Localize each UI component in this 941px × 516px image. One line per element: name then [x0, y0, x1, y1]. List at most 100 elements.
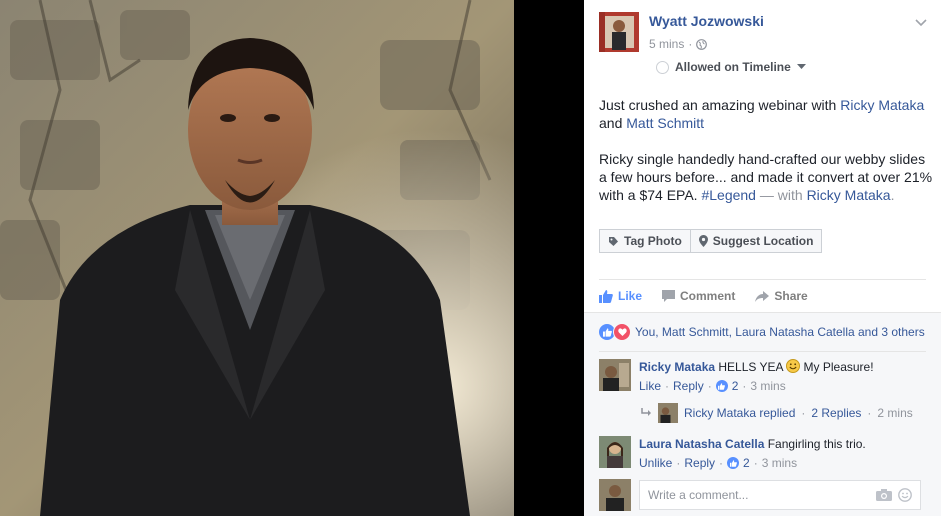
with-end: . — [890, 187, 895, 203]
post-time[interactable]: 5 mins — [649, 37, 684, 51]
current-user-avatar — [599, 479, 631, 511]
with-text: — with — [755, 187, 807, 203]
separator: · — [707, 379, 712, 393]
replies-author[interactable]: Ricky Mataka replied — [684, 406, 795, 420]
comment-reply-link[interactable]: Reply — [684, 455, 715, 471]
comment-text-after: My Pleasure! — [800, 360, 874, 374]
comment-reply-link[interactable]: Reply — [673, 378, 704, 394]
comment-content: Laura Natasha Catella Fangirling this tr… — [639, 436, 866, 452]
divider — [599, 279, 926, 280]
location-pin-icon — [698, 235, 708, 247]
post-panel: Wyatt Jozwowski 5 mins · Allowed on Time… — [584, 0, 941, 516]
comment-like-link[interactable]: Like — [639, 378, 661, 394]
photo-gutter — [514, 0, 584, 516]
comment-like-count[interactable]: 2 — [732, 378, 739, 394]
caret-down-icon — [796, 64, 806, 69]
comment-text: Fangirling this trio. — [764, 437, 866, 451]
tag-icon — [609, 236, 618, 246]
separator: · — [753, 456, 758, 470]
comment-body: Laura Natasha Catella Fangirling this tr… — [639, 436, 866, 471]
comment-input-placeholder: Write a comment... — [648, 488, 749, 502]
commenter-avatar-image — [599, 436, 631, 468]
post-body: Just crushed an amazing webinar with Ric… — [599, 96, 934, 204]
timeline-radio-icon — [656, 60, 669, 74]
post-meta: 5 mins · — [649, 37, 708, 51]
comment-icon — [662, 290, 676, 302]
suggest-location-button[interactable]: Suggest Location — [690, 229, 823, 253]
reactions-summary[interactable]: You, Matt Schmitt, Laura Natasha Catella… — [599, 323, 925, 341]
comment-time[interactable]: 3 mins — [762, 455, 797, 471]
photo-image — [0, 0, 514, 516]
separator: · — [801, 406, 806, 420]
composer-tools — [876, 488, 912, 502]
tagged-person-link[interactable]: Matt Schmitt — [626, 115, 704, 131]
comment-actions: Unlike · Reply · 2 · 3 mins — [639, 455, 866, 471]
timeline-visibility-label: Allowed on Timeline — [675, 60, 791, 74]
timeline-visibility-selector[interactable]: Allowed on Timeline — [656, 60, 806, 74]
commenter-name[interactable]: Laura Natasha Catella — [639, 437, 764, 451]
camera-icon[interactable] — [876, 489, 892, 501]
replies-summary[interactable]: Ricky Mataka replied · 2 Replies · 2 min… — [640, 403, 913, 423]
current-user-avatar-image — [599, 479, 631, 511]
divider — [599, 351, 926, 352]
thumbs-up-icon — [599, 289, 613, 303]
tag-photo-button[interactable]: Tag Photo — [599, 229, 691, 253]
share-button[interactable]: Share — [755, 289, 808, 303]
separator: · — [867, 406, 872, 420]
emoji-icon[interactable] — [898, 488, 912, 502]
author-avatar[interactable] — [599, 12, 639, 52]
photo-tools: Tag Photo Suggest Location — [599, 229, 823, 253]
comment-content: Ricky Mataka HELLS YEA My Pleasure! — [639, 359, 874, 375]
comment-time[interactable]: 3 mins — [750, 378, 785, 394]
post-options-chevron-icon[interactable] — [915, 14, 927, 32]
comment-text: HELLS YEA — [715, 360, 787, 374]
comment-input[interactable]: Write a comment... — [639, 480, 921, 510]
comment-label: Comment — [680, 289, 736, 303]
like-count-icon — [727, 457, 740, 469]
commenter-name[interactable]: Ricky Mataka — [639, 360, 715, 374]
separator: · — [719, 456, 724, 470]
reactions-names[interactable]: You, Matt Schmitt, Laura Natasha Catella… — [635, 325, 925, 339]
share-icon — [755, 290, 770, 302]
suggest-location-label: Suggest Location — [712, 234, 814, 248]
separator: · — [742, 379, 747, 393]
meta-separator: · — [688, 37, 693, 51]
comment-button[interactable]: Comment — [662, 289, 735, 303]
post-paragraph-1: Just crushed an amazing webinar with Ric… — [599, 96, 934, 132]
love-reaction-icon — [613, 323, 631, 341]
separator: · — [676, 456, 681, 470]
hashtag-link[interactable]: #Legend — [701, 187, 756, 203]
comment-body: Ricky Mataka HELLS YEA My Pleasure! Like… — [639, 359, 874, 394]
like-button[interactable]: Like — [599, 289, 642, 303]
replier-avatar — [658, 403, 678, 423]
separator: · — [665, 379, 670, 393]
post-text-and: and — [599, 115, 627, 131]
smiley-emoji-icon — [786, 359, 801, 373]
globe-icon[interactable] — [696, 38, 708, 50]
with-person-link[interactable]: Ricky Mataka — [807, 187, 891, 203]
comment-actions: Like · Reply · 2 · 3 mins — [639, 378, 874, 394]
share-label: Share — [774, 289, 808, 303]
comment-like-count[interactable]: 2 — [743, 455, 750, 471]
tagged-person-link[interactable]: Ricky Mataka — [840, 97, 924, 113]
commenter-avatar[interactable] — [599, 359, 631, 391]
author-avatar-image — [599, 12, 639, 52]
like-label: Like — [618, 289, 643, 303]
facebook-photo-viewer: Wyatt Jozwowski 5 mins · Allowed on Time… — [0, 0, 941, 516]
replies-time: 2 mins — [877, 406, 913, 420]
post-author-name[interactable]: Wyatt Jozwowski — [649, 13, 764, 29]
comments-section: You, Matt Schmitt, Laura Natasha Catella… — [584, 312, 941, 516]
reply-arrow-icon — [641, 408, 651, 416]
post-actions: Like Comment Share — [599, 286, 828, 306]
replies-count-link[interactable]: 2 Replies — [811, 406, 861, 420]
post-photo[interactable] — [0, 0, 514, 516]
tag-photo-label: Tag Photo — [624, 234, 682, 248]
commenter-avatar-image — [599, 359, 631, 391]
post-paragraph-2: Ricky single handedly hand-crafted our w… — [599, 150, 934, 204]
comment-item: Ricky Mataka HELLS YEA My Pleasure! Like… — [599, 359, 874, 394]
comment-unlike-link[interactable]: Unlike — [639, 455, 672, 471]
commenter-avatar[interactable] — [599, 436, 631, 468]
like-count-icon — [715, 380, 728, 392]
comment-composer: Write a comment... — [599, 479, 921, 511]
comment-item: Laura Natasha Catella Fangirling this tr… — [599, 436, 866, 471]
